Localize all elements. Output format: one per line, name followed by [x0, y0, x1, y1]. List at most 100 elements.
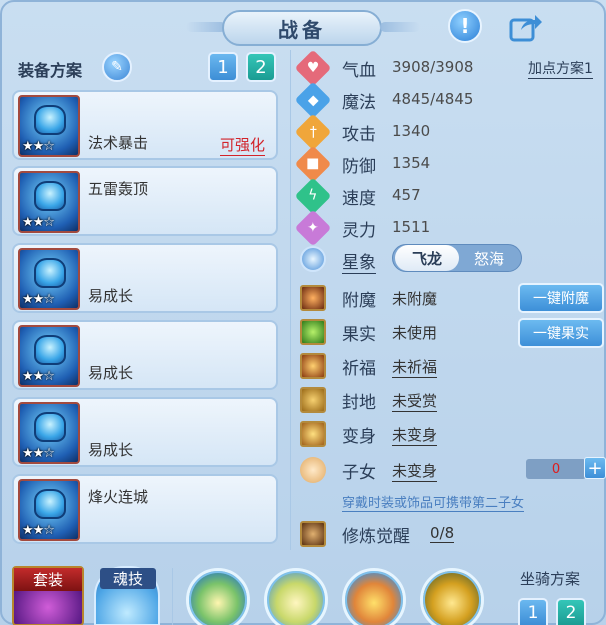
cultivation-icon [300, 521, 326, 547]
stat-label-hp: 气血 [342, 61, 376, 81]
fruit-value: 未使用 [392, 324, 438, 342]
title-decoration-right [380, 22, 420, 32]
equipment-slot-3[interactable]: ★★☆ 易成长 [12, 243, 278, 313]
transform-icon [300, 421, 326, 447]
mount-plan-tab-2[interactable]: 2 [556, 598, 586, 625]
equipment-name: 烽火连城 [88, 488, 149, 506]
boots-icon [34, 489, 66, 519]
equipment-thumbnail: ★★☆ [18, 402, 80, 464]
blessing-value[interactable]: 未祈福 [392, 356, 438, 378]
star-rating: ★★☆ [22, 369, 55, 384]
stat-label-attack: 攻击 [342, 125, 376, 145]
column-divider [290, 50, 291, 550]
edit-plan-button[interactable]: ✎ [102, 52, 132, 82]
fief-icon [300, 387, 326, 413]
stat-value-hp: 3908/3908 [392, 58, 474, 76]
equipment-name: 易成长 [88, 364, 134, 382]
equipment-slot-1[interactable]: ★★☆ 法术暴击 可强化 [12, 90, 278, 160]
transform-label: 变身 [342, 427, 376, 447]
helmet-icon [34, 181, 66, 211]
weapon-icon [34, 105, 66, 135]
equipment-section-title: 装备方案 [18, 61, 83, 80]
transform-value[interactable]: 未变身 [392, 424, 438, 446]
child-icon [300, 457, 326, 483]
belt-icon [34, 412, 66, 442]
equipment-slot-5[interactable]: ★★☆ 易成长 [12, 397, 278, 467]
one-click-fruit-button[interactable]: 一键果实 [518, 318, 604, 348]
equipment-thumbnail: ★★☆ [18, 325, 80, 387]
points-plan-link[interactable]: 加点方案1 [528, 58, 593, 79]
mount-plan-title: 坐骑方案 [520, 570, 581, 588]
equipment-plan-tab-2[interactable]: 2 [246, 52, 276, 82]
share-icon [509, 15, 542, 42]
stat-value-speed: 457 [392, 186, 421, 204]
enchant-value: 未附魔 [392, 290, 438, 308]
star-sign-icon [300, 246, 326, 272]
fief-label: 封地 [342, 393, 376, 413]
star-sign-toggle[interactable]: 飞龙 怒海 [392, 244, 522, 272]
skill-orb-4[interactable] [420, 568, 484, 625]
second-child-hint[interactable]: 穿戴时装或饰品可携带第二子女 [342, 492, 525, 512]
stat-value-attack: 1340 [392, 122, 431, 140]
stat-label-mp: 魔法 [342, 93, 376, 113]
fruit-icon [300, 319, 326, 345]
cultivation-value[interactable]: 0/8 [430, 524, 455, 543]
fruit-label: 果实 [342, 325, 376, 345]
stat-label-defense: 防御 [342, 157, 376, 177]
child-value[interactable]: 未变身 [392, 460, 438, 482]
stat-value-spirit: 1511 [392, 218, 431, 236]
equipment-thumbnail: ★★☆ [18, 248, 80, 310]
skill-orb-1[interactable] [186, 568, 250, 625]
equipment-plan-tab-1[interactable]: 1 [208, 52, 238, 82]
page-title: 战备 [222, 10, 382, 46]
bottom-divider [172, 568, 173, 625]
armor-icon [34, 335, 66, 365]
equipment-thumbnail: ★★☆ [18, 479, 80, 541]
equipment-name: 五雷轰顶 [88, 180, 149, 198]
star-rating: ★★☆ [22, 446, 55, 461]
mount-plan-tab-1[interactable]: 1 [518, 598, 548, 625]
stat-value-defense: 1354 [392, 154, 431, 172]
blessing-icon [300, 353, 326, 379]
enchant-icon [300, 285, 326, 311]
star-sign-option-flying-dragon[interactable]: 飞龙 [395, 245, 459, 271]
soul-skill-button[interactable]: 魂技 [94, 566, 160, 625]
star-rating: ★★☆ [22, 139, 55, 154]
star-rating: ★★☆ [22, 292, 55, 307]
necklace-icon [34, 258, 66, 288]
skill-orb-2[interactable] [264, 568, 328, 625]
share-button[interactable] [508, 12, 544, 42]
fief-value[interactable]: 未受赏 [392, 390, 438, 412]
add-child-button[interactable]: + [584, 457, 606, 479]
info-button[interactable]: ! [448, 9, 482, 43]
star-rating: ★★☆ [22, 523, 55, 538]
suit-label: 套装 [14, 568, 82, 591]
equipment-slot-6[interactable]: ★★☆ 烽火连城 [12, 474, 278, 544]
info-icon: ! [460, 14, 470, 38]
blessing-label: 祈福 [342, 359, 376, 379]
stat-value-mp: 4845/4845 [392, 90, 474, 108]
star-sign-option-raging-sea[interactable]: 怒海 [457, 245, 521, 271]
enchant-label: 附魔 [342, 291, 376, 311]
star-rating: ★★☆ [22, 215, 55, 230]
soul-skill-label: 魂技 [100, 568, 156, 589]
equipment-slot-4[interactable]: ★★☆ 易成长 [12, 320, 278, 390]
equipment-name: 法术暴击 [88, 134, 149, 152]
equipment-thumbnail: ★★☆ [18, 171, 80, 233]
equipment-thumbnail: ★★☆ [18, 95, 80, 157]
pencil-icon: ✎ [111, 59, 123, 75]
title-decoration-left [186, 22, 226, 32]
upgradable-link[interactable]: 可强化 [220, 134, 266, 156]
equipment-name: 易成长 [88, 441, 134, 459]
star-sign-label[interactable]: 星象 [342, 248, 376, 274]
equipment-name: 易成长 [88, 287, 134, 305]
one-click-enchant-button[interactable]: 一键附魔 [518, 283, 604, 313]
child-count-field[interactable]: 0 [526, 459, 586, 479]
suit-button[interactable]: 套装 [12, 566, 84, 625]
child-label: 子女 [342, 463, 376, 483]
stat-label-spirit: 灵力 [342, 221, 376, 241]
cultivation-label: 修炼觉醒 [342, 527, 410, 547]
skill-orb-3[interactable] [342, 568, 406, 625]
stat-label-speed: 速度 [342, 189, 376, 209]
equipment-slot-2[interactable]: ★★☆ 五雷轰顶 [12, 166, 278, 236]
